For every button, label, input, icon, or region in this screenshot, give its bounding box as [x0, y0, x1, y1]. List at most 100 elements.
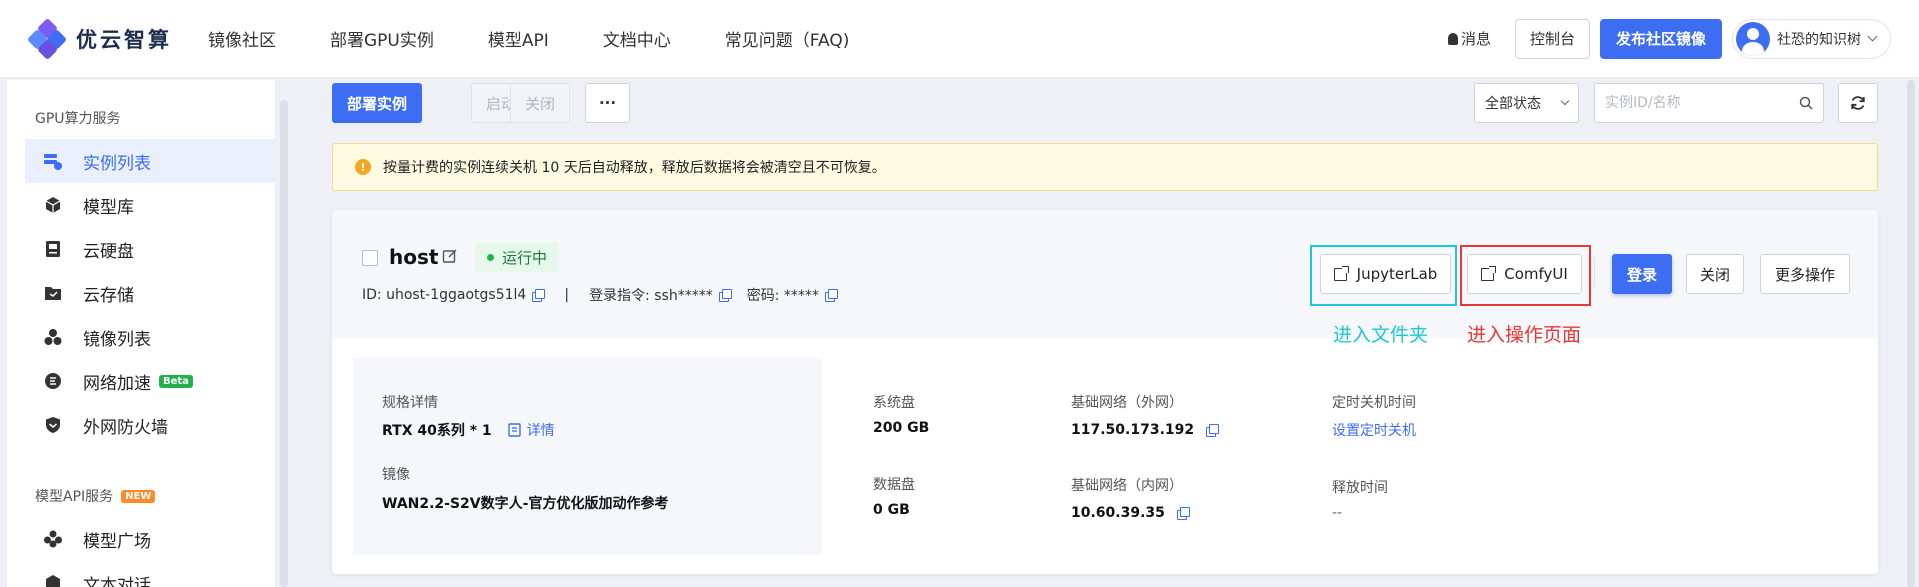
nav-model-api[interactable]: 模型API — [488, 26, 549, 51]
sidebar-item-label: 文本对话 — [83, 575, 151, 587]
instance-search[interactable] — [1594, 83, 1824, 123]
int-net-value: 10.60.39.35 — [1071, 505, 1165, 521]
close-button[interactable]: 关闭 — [1686, 254, 1744, 294]
chat-icon — [43, 573, 63, 587]
sidebar-item-label: 外网防火墙 — [83, 417, 168, 438]
copy-password-icon[interactable] — [824, 289, 838, 302]
sidebar-item-label: 网络加速 — [83, 373, 151, 394]
username: 社恐的知识树 — [1777, 31, 1861, 48]
sidebar-item-instances[interactable]: 实例列表 — [25, 139, 275, 183]
status-filter-value: 全部状态 — [1485, 96, 1541, 112]
nav-mirror-community[interactable]: 镜像社区 — [208, 26, 276, 51]
nav-deploy-gpu[interactable]: 部署GPU实例 — [330, 26, 434, 51]
ext-net-label: 基础网络（外网） — [1071, 395, 1183, 411]
nav-docs[interactable]: 文档中心 — [603, 26, 671, 51]
copy-login-icon[interactable] — [718, 289, 732, 302]
copy-id-icon[interactable] — [532, 289, 546, 302]
status-badge: 运行中 — [475, 242, 560, 272]
refresh-button[interactable] — [1838, 83, 1878, 123]
sidebar: GPU算力服务 实例列表 模型库 云硬盘 云存储 镜像列表 网络加速 Beta … — [7, 80, 275, 587]
avatar — [1736, 21, 1770, 56]
new-badge: NEW — [121, 489, 156, 503]
sidebar-item-label: 云存储 — [83, 285, 134, 306]
int-net-row: 10.60.39.35 — [1071, 505, 1190, 521]
chevron-down-icon — [1867, 31, 1878, 42]
instance-name: host — [389, 245, 439, 269]
cube-icon — [43, 195, 63, 215]
copy-ext-ip-icon[interactable] — [1206, 424, 1220, 437]
warning-icon: ! — [355, 159, 371, 175]
status-text: 运行中 — [502, 248, 548, 267]
models-icon — [43, 529, 63, 549]
top-nav: 优云智算 镜像社区 部署GPU实例 模型API 文档中心 常见问题（FAQ) 消… — [0, 0, 1919, 78]
sidebar-item-cloud-disk[interactable]: 云硬盘 — [25, 227, 275, 271]
folder-icon — [43, 283, 63, 303]
messages-link[interactable]: 消息 — [1447, 28, 1491, 49]
password: 密码: ***** — [746, 288, 819, 304]
spec-label: 规格详情 — [382, 395, 438, 411]
meta-separator: | — [564, 287, 570, 303]
logo-cubes-icon — [26, 17, 68, 60]
jupyterlab-highlight-box — [1310, 245, 1457, 306]
refresh-icon — [1851, 96, 1865, 110]
notice-text: 按量计费的实例连续关机 10 天后自动释放，释放后数据将会被清空且不可恢复。 — [383, 160, 886, 176]
instance-checkbox[interactable] — [362, 250, 378, 266]
edit-icon[interactable] — [442, 248, 458, 264]
publish-image-button[interactable]: 发布社区镜像 — [1599, 18, 1722, 59]
sidebar-item-network-accel[interactable]: 网络加速 Beta — [25, 359, 275, 403]
chevron-down-icon — [1560, 96, 1570, 106]
brand-name: 优云智算 — [76, 27, 172, 52]
sidebar-item-images[interactable]: 镜像列表 — [25, 315, 275, 359]
main-scrollbar[interactable] — [1907, 80, 1915, 587]
set-shutdown-link[interactable]: 设置定时关机 — [1332, 420, 1416, 440]
running-dot-icon — [487, 253, 494, 261]
instance-meta: ID: uhost-1ggaotgs51l4 | 登录指令: ssh***** … — [362, 285, 838, 305]
sys-disk-label: 系统盘 — [873, 395, 915, 411]
beta-badge: Beta — [159, 374, 193, 388]
image-value: WAN2.2-S2V数字人-官方优化版加动作参考 — [382, 496, 669, 512]
release-notice: ! 按量计费的实例连续关机 10 天后自动释放，释放后数据将会被清空且不可恢复。 — [332, 143, 1878, 191]
int-net-label: 基础网络（内网） — [1071, 478, 1183, 494]
spec-detail-link[interactable]: 详情 — [507, 420, 555, 440]
spec-detail-label: 详情 — [526, 423, 555, 439]
login-button[interactable]: 登录 — [1612, 254, 1672, 294]
sidebar-scrollbar[interactable] — [280, 100, 288, 587]
status-filter-select[interactable]: 全部状态 — [1474, 83, 1579, 123]
ext-net-value: 117.50.173.192 — [1071, 422, 1195, 438]
comfyui-annotation: 进入操作页面 — [1467, 324, 1582, 346]
stop-button[interactable]: 关闭 — [510, 83, 570, 123]
sidebar-item-cloud-storage[interactable]: 云存储 — [25, 271, 275, 315]
console-button[interactable]: 控制台 — [1514, 18, 1590, 59]
nav-faq[interactable]: 常见问题（FAQ) — [725, 26, 850, 51]
search-input[interactable] — [1605, 95, 1785, 111]
sidebar-item-models[interactable]: 模型库 — [25, 183, 275, 227]
jupyterlab-annotation: 进入文件夹 — [1333, 324, 1429, 346]
bell-icon — [1447, 32, 1458, 45]
brand-logo[interactable]: 优云智算 — [26, 17, 178, 60]
user-menu[interactable]: 社恐的知识树 — [1732, 18, 1891, 59]
speed-icon — [43, 371, 63, 391]
more-operations-button[interactable]: 更多操作 — [1760, 254, 1850, 294]
release-label: 释放时间 — [1332, 480, 1388, 496]
spec-value: RTX 40系列 * 1 — [382, 423, 492, 439]
deploy-instance-button[interactable]: 部署实例 — [332, 83, 422, 123]
spec-panel — [353, 358, 822, 555]
spec-value-row: RTX 40系列 * 1 详情 — [382, 420, 555, 440]
sidebar-item-label: 模型库 — [83, 197, 134, 218]
search-icon[interactable] — [1799, 96, 1813, 110]
sidebar-item-label: 实例列表 — [83, 153, 151, 174]
api-section-label: 模型API服务 — [35, 489, 114, 505]
comfyui-highlight-box — [1460, 245, 1591, 306]
more-actions-button[interactable]: ··· — [585, 83, 630, 123]
release-value: -- — [1332, 505, 1343, 521]
images-icon — [43, 327, 63, 347]
instance-id: ID: uhost-1ggaotgs51l4 — [362, 287, 527, 303]
sidebar-item-firewall[interactable]: 外网防火墙 — [25, 403, 275, 447]
sidebar-item-model-plaza[interactable]: 模型广场 — [25, 517, 275, 561]
copy-int-ip-icon[interactable] — [1176, 507, 1190, 520]
sys-disk-value: 200 GB — [873, 420, 930, 436]
shield-icon — [43, 415, 63, 435]
sidebar-item-text-chat[interactable]: 文本对话 — [25, 561, 275, 587]
messages-label: 消息 — [1460, 30, 1491, 48]
data-disk-label: 数据盘 — [873, 477, 915, 493]
